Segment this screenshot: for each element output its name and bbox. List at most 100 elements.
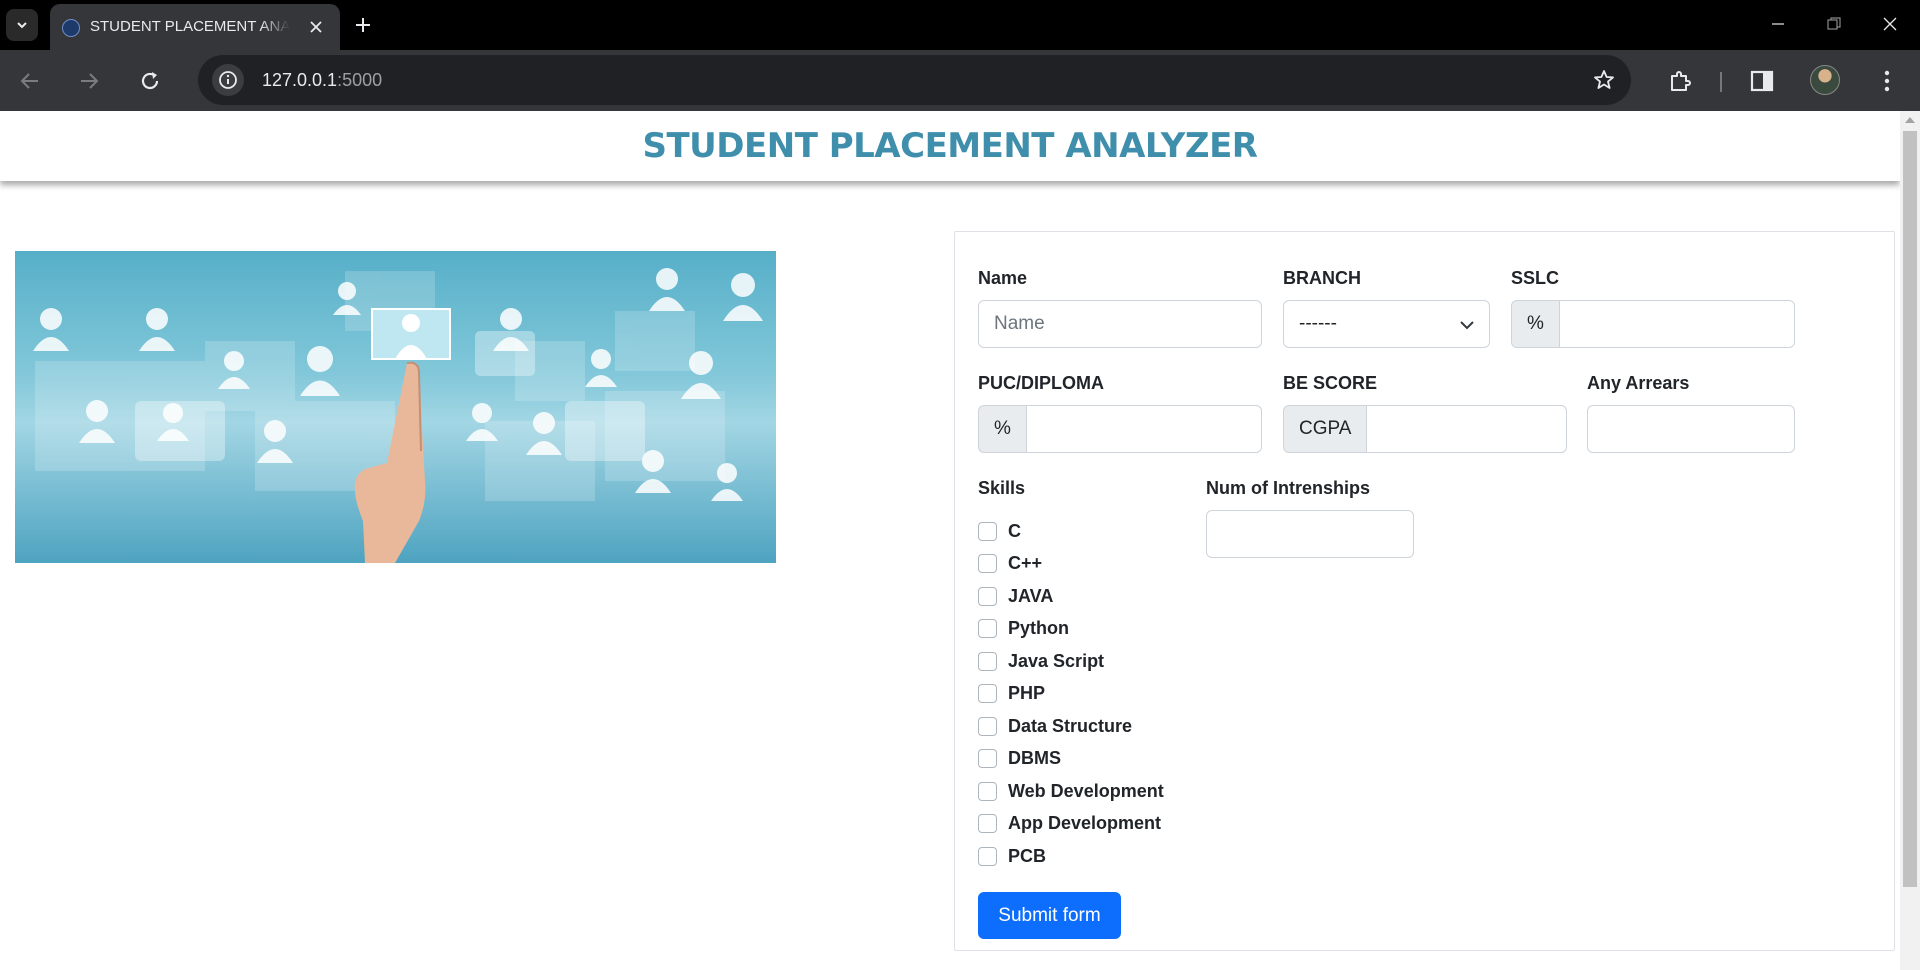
site-info-icon <box>219 71 237 89</box>
skill-label: Data Structure <box>1008 715 1133 736</box>
percent-addon: % <box>1511 300 1560 348</box>
checkbox[interactable] <box>978 651 997 671</box>
submit-button[interactable]: Submit form <box>978 892 1121 939</box>
extensions-button[interactable] <box>1664 65 1696 97</box>
tab-list-button[interactable] <box>6 9 38 41</box>
forward-arrow-icon <box>81 73 99 89</box>
tab-close-button[interactable] <box>306 17 326 37</box>
hero-image <box>15 251 776 563</box>
skill-option[interactable]: Java Script <box>978 645 1178 678</box>
checkbox[interactable] <box>978 781 997 801</box>
skill-option[interactable]: Web Development <box>978 775 1178 808</box>
skill-option[interactable]: C <box>978 515 1178 548</box>
scrollbar[interactable] <box>1900 111 1920 970</box>
back-arrow-icon <box>20 73 38 89</box>
tab-strip: STUDENT PLACEMENT ANALYZER <box>0 0 1920 50</box>
puc-diploma-label: PUC/DIPLOMA <box>978 373 1104 393</box>
internships-label: Num of Intrenships <box>1206 478 1371 498</box>
cgpa-addon: CGPA <box>1283 405 1368 453</box>
skill-option[interactable]: App Development <box>978 808 1178 841</box>
web-page: STUDENT PLACEMENT ANALYZER Name Name BRA… <box>0 111 1920 970</box>
minimize-icon <box>1772 23 1784 25</box>
sslc-input-group: % <box>1511 300 1795 348</box>
forward-button[interactable] <box>73 65 105 97</box>
browser-tab[interactable]: STUDENT PLACEMENT ANALYZER <box>50 4 340 50</box>
plus-icon <box>356 18 370 32</box>
skills-checkbox-list: C C++ JAVA Python Java Script PHP Data S… <box>978 515 1178 873</box>
skill-label: PCB <box>1008 845 1047 866</box>
people-network-illustration <box>33 268 763 563</box>
restore-button[interactable] <box>1814 6 1854 42</box>
side-panel-icon <box>1750 70 1774 92</box>
checkbox[interactable] <box>978 619 997 639</box>
checkbox[interactable] <box>978 846 997 866</box>
skills-label: Skills <box>978 478 1026 498</box>
kebab-menu-icon <box>1884 70 1890 92</box>
close-icon <box>310 21 322 33</box>
be-score-input[interactable] <box>1367 405 1567 453</box>
chevron-down-icon <box>1460 321 1474 330</box>
toolbar-divider <box>1720 72 1722 92</box>
checkbox[interactable] <box>978 521 997 541</box>
page-header: STUDENT PLACEMENT ANALYZER <box>0 111 1900 181</box>
close-window-button[interactable] <box>1870 6 1910 42</box>
arrears-input[interactable] <box>1587 405 1795 453</box>
name-label: Name <box>978 268 1028 288</box>
menu-button[interactable] <box>1871 65 1903 97</box>
skill-label: Java Script <box>1008 650 1105 671</box>
name-input[interactable]: Name <box>978 300 1262 348</box>
internships-input[interactable] <box>1206 510 1414 558</box>
new-tab-button[interactable] <box>350 12 376 38</box>
checkbox[interactable] <box>978 749 997 769</box>
skill-label: Web Development <box>1008 780 1164 801</box>
puc-input-group: % <box>978 405 1262 453</box>
skill-option[interactable]: Data Structure <box>978 710 1178 743</box>
restore-icon <box>1827 17 1841 30</box>
arrears-label: Any Arrears <box>1587 373 1690 393</box>
skill-option[interactable]: C++ <box>978 548 1178 581</box>
extensions-icon <box>1671 71 1691 91</box>
branch-label: BRANCH <box>1283 268 1361 288</box>
page-title: STUDENT PLACEMENT ANALYZER <box>642 126 1258 166</box>
browser-toolbar: 127.0.0.1:5000 <box>0 50 1920 111</box>
checkbox[interactable] <box>978 554 997 574</box>
skill-option[interactable]: DBMS <box>978 743 1178 776</box>
sslc-input[interactable] <box>1559 300 1795 348</box>
url-port: :5000 <box>337 70 383 90</box>
scroll-up-arrow-icon[interactable] <box>1905 117 1915 123</box>
checkbox[interactable] <box>978 716 997 736</box>
branch-select[interactable]: ------ <box>1283 300 1490 348</box>
skill-option[interactable]: Python <box>978 613 1178 646</box>
skill-label: JAVA <box>1008 585 1054 606</box>
branch-selected-value: ------ <box>1299 313 1337 334</box>
be-score-label: BE SCORE <box>1283 373 1378 393</box>
skill-option[interactable]: PCB <box>978 840 1178 873</box>
checkbox[interactable] <box>978 814 997 834</box>
checkbox[interactable] <box>978 586 997 606</box>
minimize-button[interactable] <box>1758 6 1798 42</box>
tab-title: STUDENT PLACEMENT ANALYZER <box>90 18 290 35</box>
url-host: 127.0.0.1 <box>262 70 338 90</box>
skill-option[interactable]: JAVA <box>978 580 1178 613</box>
be-score-input-group: CGPA <box>1283 405 1567 453</box>
side-panel-button[interactable] <box>1746 65 1778 97</box>
puc-diploma-input[interactable] <box>1026 405 1262 453</box>
reload-button[interactable] <box>134 65 166 97</box>
reload-icon <box>141 72 159 90</box>
name-placeholder: Name <box>994 313 1045 334</box>
chevron-down-icon <box>17 22 27 29</box>
site-info-button[interactable] <box>212 64 244 96</box>
percent-addon: % <box>978 405 1027 453</box>
skill-option[interactable]: PHP <box>978 678 1178 711</box>
favicon-icon <box>62 19 80 37</box>
skill-label: C++ <box>1008 553 1043 574</box>
profile-avatar[interactable] <box>1810 65 1840 95</box>
bookmark-button[interactable] <box>1591 67 1617 93</box>
close-icon <box>1883 17 1897 31</box>
star-icon <box>1594 70 1614 89</box>
skill-label: Python <box>1008 618 1069 639</box>
scrollbar-thumb[interactable] <box>1903 131 1917 887</box>
address-bar[interactable]: 127.0.0.1:5000 <box>198 55 1631 105</box>
checkbox[interactable] <box>978 684 997 704</box>
back-button[interactable] <box>14 65 46 97</box>
